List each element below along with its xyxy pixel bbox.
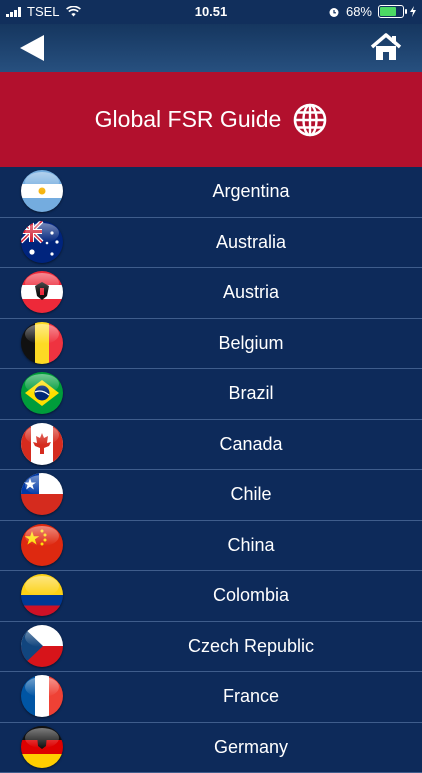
chile-flag-icon — [21, 473, 63, 515]
globe-icon — [293, 103, 327, 137]
france-flag-icon — [21, 675, 63, 717]
argentina-flag-icon — [21, 170, 63, 212]
country-row-germany[interactable]: Germany — [0, 723, 422, 773]
country-name: China — [80, 535, 422, 556]
country-name: Chile — [80, 484, 422, 505]
country-row-australia[interactable]: Australia — [0, 218, 422, 269]
austria-flag-icon — [21, 271, 63, 313]
home-button[interactable] — [370, 32, 402, 62]
country-row-belgium[interactable]: Belgium — [0, 319, 422, 370]
country-name: Belgium — [80, 333, 422, 354]
country-name: Canada — [80, 434, 422, 455]
china-flag-icon — [21, 524, 63, 566]
brazil-flag-icon — [21, 372, 63, 414]
country-name: Austria — [80, 282, 422, 303]
canada-flag-icon — [21, 423, 63, 465]
battery-percent: 68% — [346, 4, 372, 19]
navigation-bar — [0, 24, 422, 72]
country-row-czech-republic[interactable]: Czech Republic — [0, 622, 422, 673]
back-arrow-icon — [18, 34, 48, 62]
belgium-flag-icon — [21, 322, 63, 364]
status-right: 68% — [328, 4, 416, 19]
title-banner: Global FSR Guide — [0, 72, 422, 167]
home-icon — [370, 32, 402, 62]
australia-flag-icon — [21, 221, 63, 263]
country-row-colombia[interactable]: Colombia — [0, 571, 422, 622]
country-list: Argentina Australia Austria Belgium Braz… — [0, 167, 422, 773]
country-name: Colombia — [80, 585, 422, 606]
battery-icon — [378, 5, 404, 18]
country-row-austria[interactable]: Austria — [0, 268, 422, 319]
country-name: Czech Republic — [80, 636, 422, 657]
country-row-canada[interactable]: Canada — [0, 420, 422, 471]
country-name: Argentina — [80, 181, 422, 202]
country-row-chile[interactable]: Chile — [0, 470, 422, 521]
page-title: Global FSR Guide — [95, 106, 282, 133]
country-row-argentina[interactable]: Argentina — [0, 167, 422, 218]
country-name: Australia — [80, 232, 422, 253]
country-name: Brazil — [80, 383, 422, 404]
country-name: France — [80, 686, 422, 707]
germany-flag-icon — [21, 726, 63, 768]
country-row-france[interactable]: France — [0, 672, 422, 723]
back-button[interactable] — [18, 34, 48, 62]
country-name: Germany — [80, 737, 422, 758]
country-row-brazil[interactable]: Brazil — [0, 369, 422, 420]
country-row-china[interactable]: China — [0, 521, 422, 572]
colombia-flag-icon — [21, 574, 63, 616]
status-bar: TSEL 10.51 68% — [0, 0, 422, 24]
alarm-icon — [328, 6, 340, 18]
czech-republic-flag-icon — [21, 625, 63, 667]
charging-icon — [410, 6, 416, 17]
